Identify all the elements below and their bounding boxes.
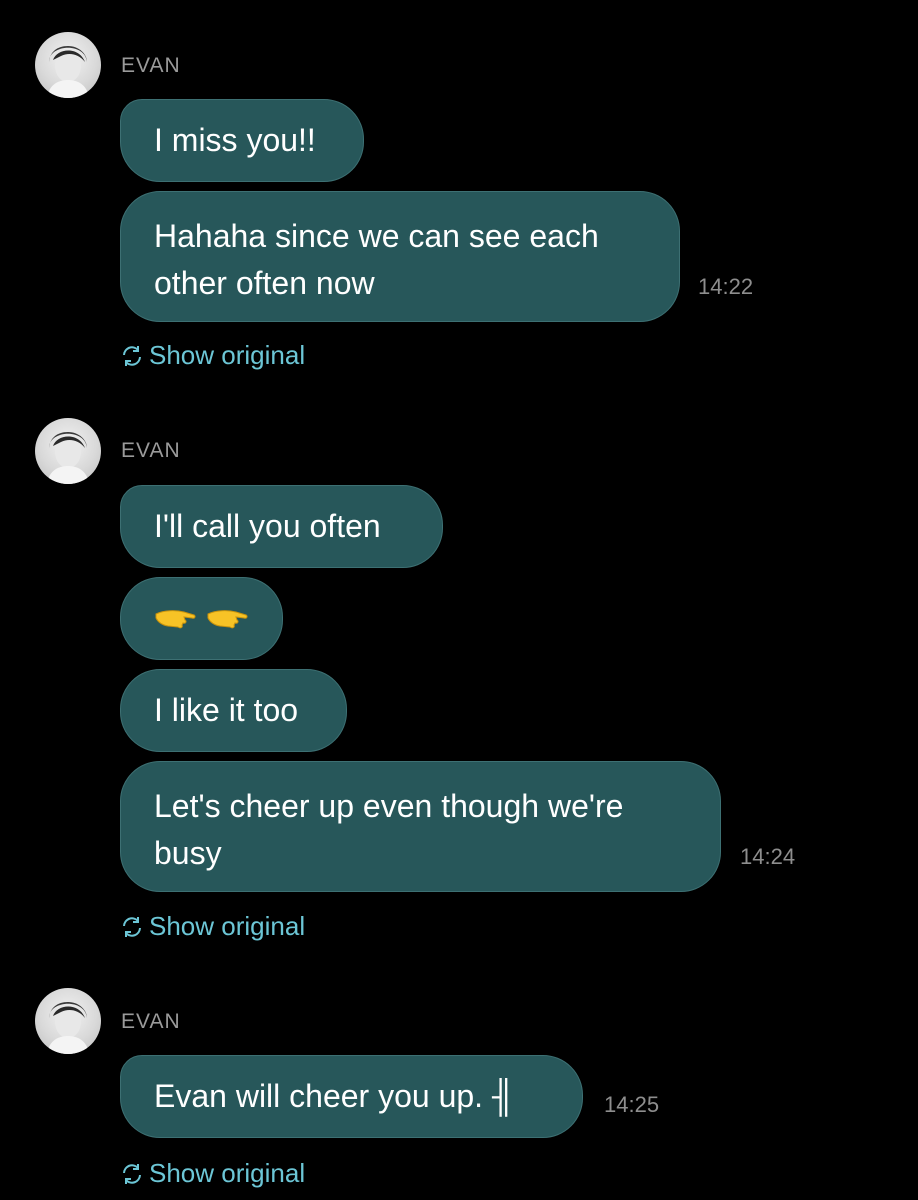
sender-name: EVAN: [121, 54, 181, 77]
message-timestamp: 14:22: [698, 274, 754, 299]
translate-refresh-icon: [123, 1163, 141, 1184]
message-timestamp: 14:25: [604, 1092, 660, 1117]
message-bubble[interactable]: [120, 577, 283, 660]
message-bubble[interactable]: I'll call you often: [120, 485, 443, 568]
translate-refresh-icon: [123, 345, 141, 366]
message-text: I miss you!!: [154, 122, 316, 158]
profile-photo: [47, 46, 89, 98]
avatar[interactable]: [35, 32, 101, 98]
show-original-link[interactable]: Show original: [120, 911, 305, 942]
sender-name: EVAN: [121, 1010, 181, 1033]
message-text: Evan will cheer you up. ╢: [154, 1078, 515, 1114]
translate-refresh-icon: [123, 916, 141, 937]
message-bubble[interactable]: Evan will cheer you up. ╢: [120, 1055, 583, 1138]
message-text: Let's cheer up even though we're busy: [154, 788, 624, 871]
backhand-pointing-hand-icon: [207, 609, 248, 628]
backhand-pointing-hand-icon: [155, 609, 196, 628]
show-original-label: Show original: [149, 1158, 306, 1188]
message-bubble[interactable]: I like it too: [120, 669, 347, 752]
message-bubble[interactable]: Let's cheer up even though we're busy: [120, 761, 721, 892]
message-text: I'll call you often: [154, 508, 381, 544]
avatar[interactable]: [35, 418, 101, 484]
show-original-link[interactable]: Show original: [120, 340, 305, 371]
message-text: I like it too: [154, 692, 299, 728]
message-timestamp: 14:24: [740, 844, 796, 869]
message-text: Hahaha since we can see each other often…: [154, 218, 599, 301]
message-bubble[interactable]: Hahaha since we can see each other often…: [120, 191, 680, 322]
show-original-label: Show original: [149, 911, 306, 941]
message-bubble[interactable]: I miss you!!: [120, 99, 364, 182]
avatar[interactable]: [35, 988, 101, 1054]
profile-photo: [47, 1002, 89, 1054]
show-original-label: Show original: [149, 340, 306, 370]
profile-photo: [47, 432, 89, 484]
sender-name: EVAN: [121, 439, 181, 462]
show-original-link[interactable]: Show original: [120, 1158, 305, 1189]
emoji-message: [154, 606, 248, 632]
